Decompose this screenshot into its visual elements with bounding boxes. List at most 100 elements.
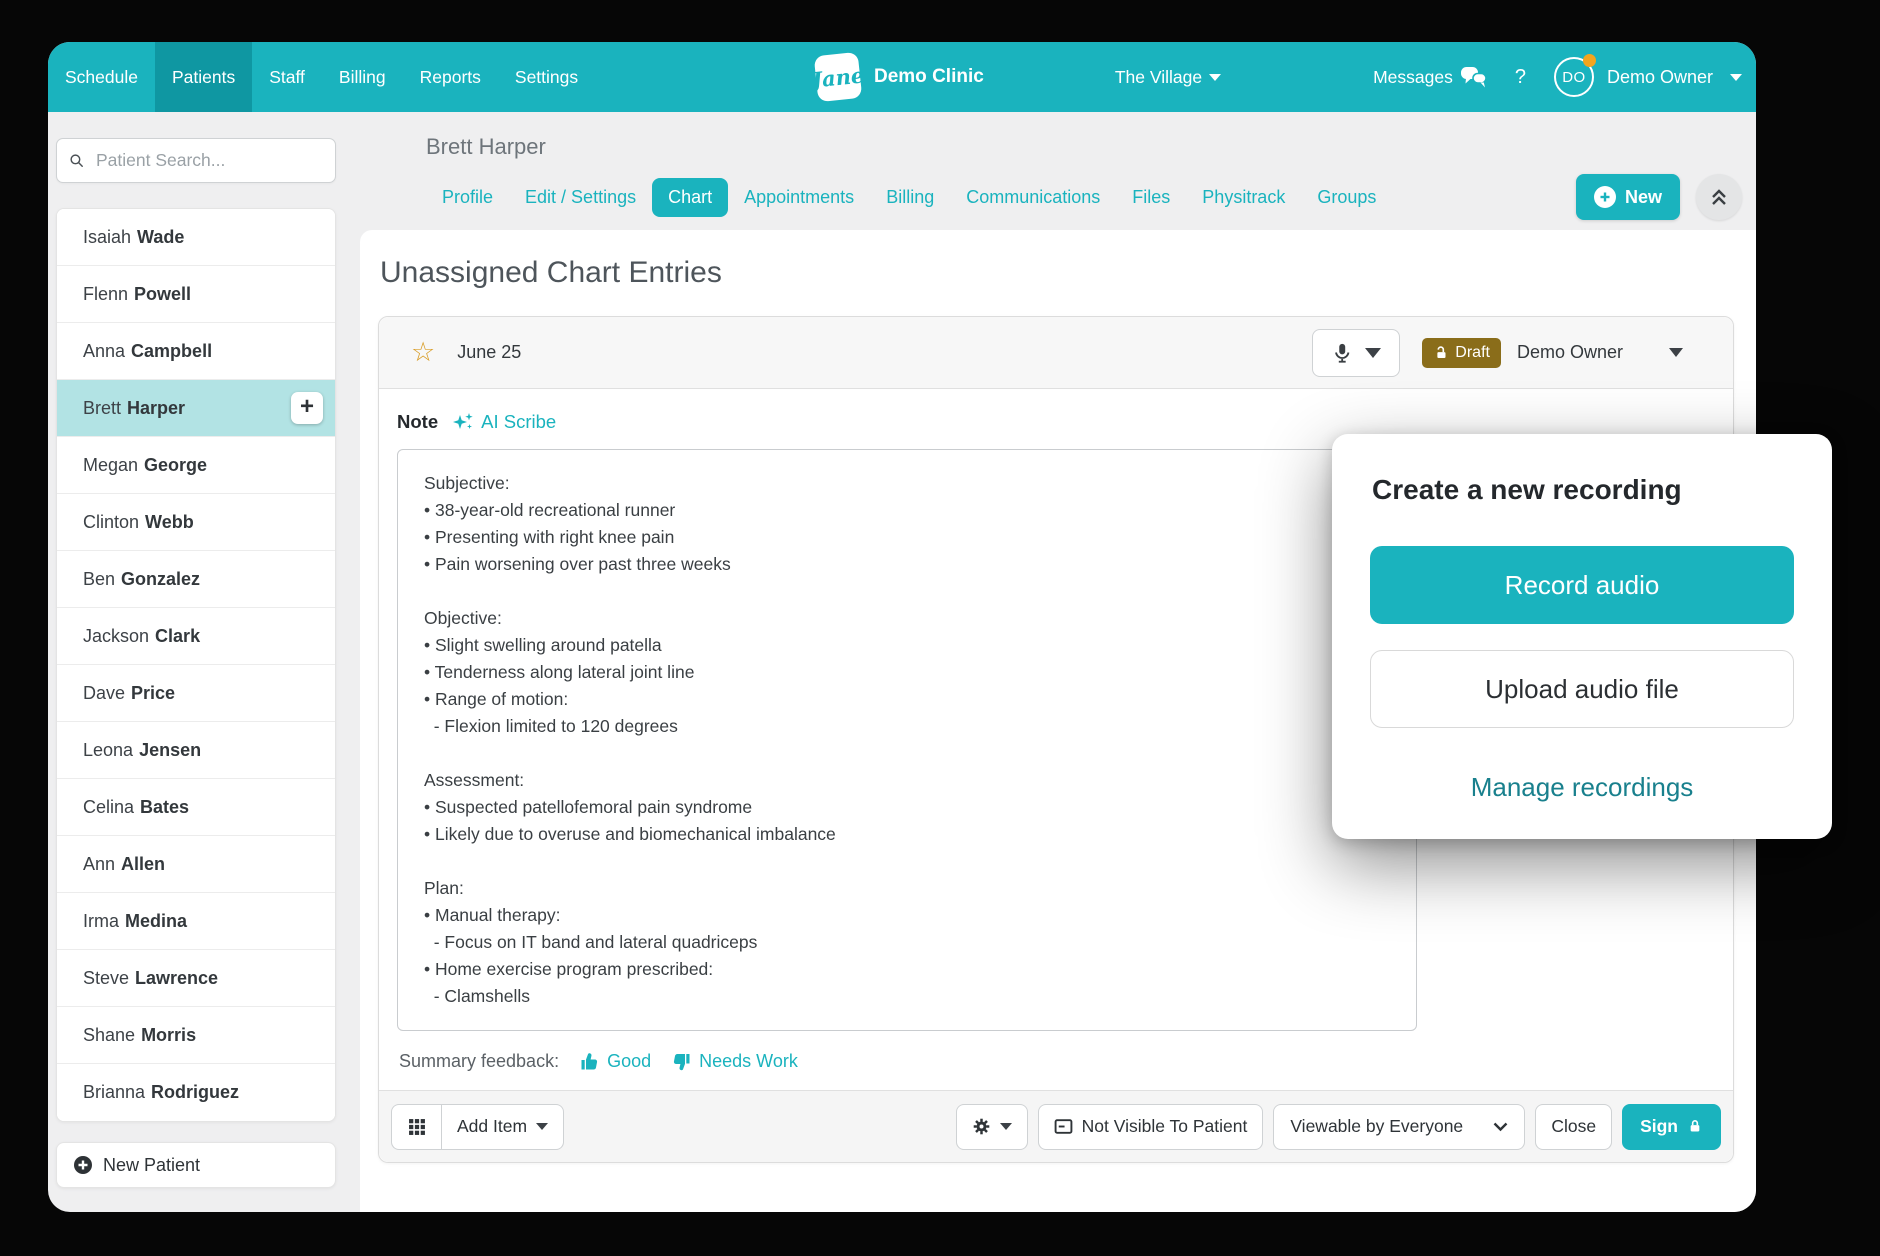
record-dropdown-button[interactable] [1312, 329, 1400, 377]
main-nav-tab[interactable]: Settings [498, 42, 595, 112]
draft-label: Draft [1455, 344, 1490, 362]
patient-list-item[interactable]: Clinton Webb + [57, 494, 335, 551]
patient-last-name: Rodriguez [151, 1082, 239, 1103]
help-button[interactable]: ? [1515, 66, 1526, 89]
new-patient-button[interactable]: New Patient [56, 1142, 336, 1188]
patient-first-name: Irma [83, 911, 119, 932]
plus-circle-icon [1594, 186, 1616, 208]
note-text-area[interactable]: Subjective: • 38-year-old recreational r… [397, 449, 1417, 1031]
note-line: • Pain worsening over past three weeks [424, 551, 1390, 578]
brand: Jane Demo Clinic [816, 42, 984, 112]
patient-tab[interactable]: Billing [870, 178, 950, 217]
note-line: Subjective: [424, 470, 1390, 497]
chevron-down-icon [1493, 1122, 1508, 1132]
manage-recordings-link[interactable]: Manage recordings [1370, 772, 1794, 803]
patient-list-item[interactable]: Megan George + [57, 437, 335, 494]
plus-circle-icon [73, 1155, 93, 1175]
record-audio-button[interactable]: Record audio [1370, 546, 1794, 624]
main-nav-tab[interactable]: Patients [155, 42, 252, 112]
chevron-down-icon [1209, 74, 1221, 81]
user-avatar[interactable]: DO [1554, 57, 1594, 97]
new-button-label: New [1625, 187, 1662, 208]
popover-title: Create a new recording [1372, 474, 1794, 506]
patient-list-item[interactable]: Flenn Powell + [57, 266, 335, 323]
patient-list: Isaiah Wade + Flenn Powell + [56, 208, 336, 1122]
page-title: Brett Harper [426, 134, 1742, 160]
note-line: Plan: [424, 875, 1390, 902]
patient-list-item[interactable]: Leona Jensen + [57, 722, 335, 779]
thumbs-up-icon [579, 1051, 600, 1072]
close-label: Close [1551, 1116, 1596, 1137]
patient-last-name: George [144, 455, 207, 476]
chevron-down-icon [536, 1123, 548, 1130]
note-line: • Manual therapy: [424, 902, 1390, 929]
main-nav-tab[interactable]: Schedule [48, 42, 155, 112]
patient-first-name: Flenn [83, 284, 128, 305]
patient-tab[interactable]: Communications [950, 178, 1116, 217]
new-patient-label: New Patient [103, 1155, 200, 1176]
sign-button[interactable]: Sign [1622, 1104, 1721, 1150]
note-line: Assessment: [424, 767, 1390, 794]
patient-first-name: Brianna [83, 1082, 145, 1103]
patient-last-name: Bates [140, 797, 189, 818]
main-nav-tab[interactable]: Staff [252, 42, 322, 112]
add-item-button[interactable]: Add Item [441, 1104, 564, 1150]
location-selector[interactable]: The Village [1115, 67, 1221, 88]
note-line: • Tenderness along lateral joint line [424, 659, 1390, 686]
main-nav-tab[interactable]: Reports [403, 42, 498, 112]
navbar-right: The Village Messages ? DO Demo O [1115, 42, 1756, 112]
note-label: Note [397, 411, 438, 433]
patient-list-item[interactable]: Dave Price + [57, 665, 335, 722]
lock-icon [1687, 1118, 1703, 1135]
patient-tab[interactable]: Chart [652, 178, 728, 217]
main-nav-tab[interactable]: Billing [322, 42, 403, 112]
patient-tab[interactable]: Physitrack [1186, 178, 1301, 217]
patient-tab[interactable]: Files [1116, 178, 1186, 217]
patient-last-name: Gonzalez [121, 569, 200, 590]
patient-list-item[interactable]: Ben Gonzalez + [57, 551, 335, 608]
patient-list-item[interactable]: Shane Morris + [57, 1007, 335, 1064]
collapse-header-button[interactable] [1696, 174, 1742, 220]
settings-gear-button[interactable] [956, 1104, 1028, 1150]
patient-list-item[interactable]: Jackson Clark + [57, 608, 335, 665]
patient-tabs-row: Profile Edit / Settings Chart Appointmen… [426, 174, 1742, 230]
add-chart-entry-button[interactable]: + [291, 392, 323, 424]
patient-tab[interactable]: Appointments [728, 178, 870, 217]
feedback-needs-work-button[interactable]: Needs Work [671, 1051, 798, 1072]
patient-list-item[interactable]: Brianna Rodriguez + [57, 1064, 335, 1121]
patient-list-item[interactable]: Ann Allen + [57, 836, 335, 893]
location-label: The Village [1115, 67, 1202, 88]
sign-label: Sign [1640, 1116, 1678, 1137]
patient-list-item[interactable]: Brett Harper + [57, 380, 335, 437]
gear-icon [972, 1117, 991, 1136]
patient-last-name: Harper [127, 398, 185, 419]
new-chart-entry-button[interactable]: New [1576, 174, 1680, 220]
not-visible-to-patient-button[interactable]: Not Visible To Patient [1038, 1104, 1264, 1150]
feedback-good-button[interactable]: Good [579, 1051, 651, 1072]
template-grid-button[interactable] [391, 1104, 441, 1150]
star-icon[interactable]: ☆ [411, 339, 435, 366]
top-navbar: Schedule Patients Staff Billing Reports … [48, 42, 1756, 112]
user-name-label: Demo Owner [1607, 67, 1713, 88]
patient-last-name: Powell [134, 284, 191, 305]
patient-tab[interactable]: Profile [426, 178, 509, 217]
patient-list-item[interactable]: Anna Campbell + [57, 323, 335, 380]
patient-list-item[interactable]: Steve Lawrence + [57, 950, 335, 1007]
entry-owner-dropdown[interactable]: Demo Owner [1517, 342, 1683, 363]
patient-last-name: Medina [125, 911, 187, 932]
patient-list-item[interactable]: Irma Medina + [57, 893, 335, 950]
patient-tab[interactable]: Edit / Settings [509, 178, 652, 217]
patient-list-item[interactable]: Celina Bates + [57, 779, 335, 836]
patient-last-name: Clark [155, 626, 200, 647]
patient-search-input[interactable] [94, 149, 323, 172]
ai-scribe-button[interactable]: AI Scribe [452, 411, 556, 433]
user-menu[interactable]: Demo Owner [1607, 67, 1742, 88]
chevron-down-icon [1730, 74, 1742, 81]
patient-first-name: Dave [83, 683, 125, 704]
upload-audio-file-button[interactable]: Upload audio file [1370, 650, 1794, 728]
patient-tab[interactable]: Groups [1301, 178, 1392, 217]
close-button[interactable]: Close [1535, 1104, 1612, 1150]
messages-button[interactable]: Messages [1373, 66, 1487, 89]
viewable-by-select[interactable]: Viewable by Everyone [1273, 1104, 1525, 1150]
patient-list-item[interactable]: Isaiah Wade + [57, 209, 335, 266]
